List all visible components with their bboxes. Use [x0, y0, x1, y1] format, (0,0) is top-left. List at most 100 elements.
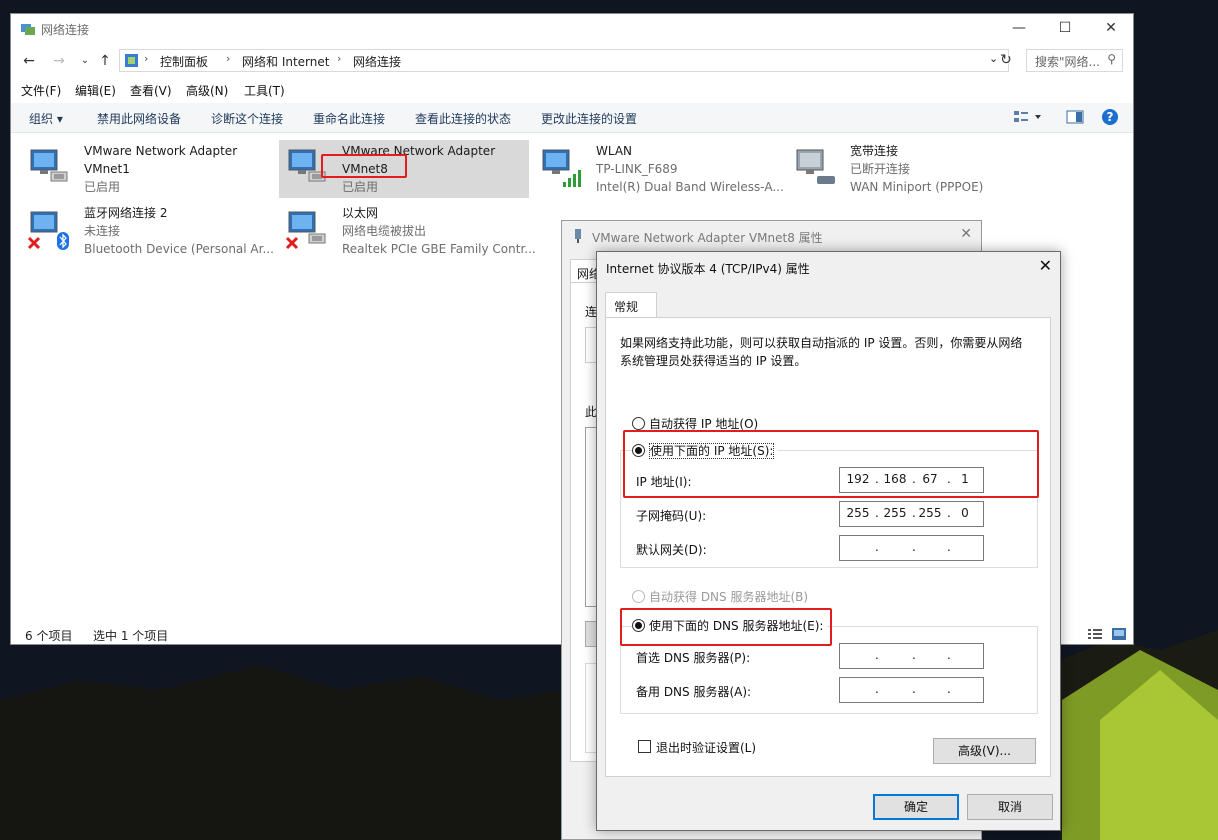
connection-name: 蓝牙网络连接 2 [84, 206, 168, 220]
connection-name: VMware Network Adapter [84, 144, 238, 158]
menu-tools[interactable]: 工具(T) [244, 82, 285, 99]
help-icon[interactable]: ? [1101, 108, 1119, 129]
validate-checkbox[interactable] [638, 740, 651, 753]
ipv4-close-icon[interactable]: ✕ [1039, 256, 1052, 275]
address-box[interactable]: › 控制面板 › 网络和 Internet › 网络连接 ⌄ [119, 49, 1009, 72]
diagnose-button[interactable]: 诊断这个连接 [211, 110, 283, 127]
organize-button[interactable]: 组织 ▾ [29, 110, 63, 127]
rename-button[interactable]: 重命名此连接 [313, 110, 385, 127]
radio-unselected-icon [632, 417, 645, 430]
preview-pane-icon[interactable] [1066, 110, 1084, 127]
bluetooth-icon [27, 210, 71, 250]
control-panel-icon [124, 53, 139, 71]
mask-octet: 255 [846, 506, 870, 520]
breadcrumb-separator-icon: › [226, 52, 231, 65]
address-bar-row: ← → ⌄ ↑ › 控制面板 › 网络和 Internet › 网络连接 ⌄ ↻… [11, 46, 1133, 76]
breadcrumb-separator-icon: › [337, 52, 342, 65]
connection-vmnet1[interactable]: VMware Network Adapter VMnet1 已启用 [21, 140, 271, 198]
disable-device-button[interactable]: 禁用此网络设备 [97, 110, 181, 127]
ip-highlight-box [623, 430, 1039, 498]
connection-name: 以太网 [342, 206, 379, 220]
vmnet8-highlight-box [321, 154, 407, 178]
title-bar: 网络连接 — ☐ ✕ [11, 14, 1133, 44]
forward-arrow-icon[interactable]: → [49, 51, 69, 71]
ip-dot: . [947, 648, 951, 662]
general-tab-panel: 如果网络支持此功能，则可以获取自动指派的 IP 设置。否则，你需要从网络系统管理… [605, 317, 1051, 777]
vmnet8-close-icon[interactable]: ✕ [960, 226, 972, 242]
breadcrumb-network-connections[interactable]: 网络连接 [353, 53, 401, 70]
view-status-button[interactable]: 查看此连接的状态 [415, 110, 511, 127]
menu-view[interactable]: 查看(V) [130, 82, 172, 99]
ip-dot: . [875, 540, 879, 554]
cancel-button[interactable]: 取消 [967, 794, 1053, 820]
ip-dot: . [875, 648, 879, 662]
mask-octet: 255 [883, 506, 907, 520]
connection-status: Realtek PCIe GBE Family Contr... [342, 242, 536, 256]
connection-name: WLAN [596, 144, 633, 158]
auto-dns-radio[interactable]: 自动获得 DNS 服务器地址(B) [632, 588, 808, 605]
svg-text:?: ? [1107, 110, 1114, 124]
connection-status: Bluetooth Device (Personal Ar... [84, 242, 274, 256]
connection-status: Intel(R) Dual Band Wireless-A... [596, 180, 784, 194]
preferred-dns-field[interactable]: . . . [839, 643, 984, 669]
gateway-field[interactable]: . . . [839, 535, 984, 561]
close-button[interactable]: ✕ [1088, 14, 1134, 44]
menu-file[interactable]: 文件(F) [21, 82, 61, 99]
refresh-icon[interactable]: ↻ [996, 50, 1016, 70]
change-settings-button[interactable]: 更改此连接的设置 [541, 110, 637, 127]
back-arrow-icon[interactable]: ← [19, 51, 39, 71]
ipv4-properties-dialog: Internet 协议版本 4 (TCP/IPv4) 属性 ✕ 常规 如果网络支… [596, 251, 1061, 831]
connection-status: 已启用 [342, 180, 379, 194]
subnet-mask-field[interactable]: 255 . 255 . 255 . 0 [839, 501, 984, 527]
network-adapter-icon [27, 148, 71, 188]
broadband-icon [793, 148, 837, 188]
search-placeholder: 搜索"网络... [1035, 55, 1100, 69]
connection-status: 已启用 [84, 180, 121, 194]
menu-edit[interactable]: 编辑(E) [75, 82, 116, 99]
search-input[interactable]: 搜索"网络... ⚲ [1026, 49, 1123, 72]
recent-locations-chevron-icon[interactable]: ⌄ [75, 51, 95, 71]
selected-count: 选中 1 个项目 [93, 629, 169, 643]
large-icons-view-icon[interactable] [1111, 627, 1127, 644]
view-options-icon[interactable] [1013, 109, 1043, 128]
ip-dot: . [947, 682, 951, 696]
ip-dot: . [912, 648, 916, 662]
menu-advanced[interactable]: 高级(N) [186, 82, 228, 99]
menu-bar: 文件(F) 编辑(E) 查看(V) 高级(N) 工具(T) [11, 80, 1133, 100]
gateway-label: 默认网关(D): [636, 543, 707, 557]
window-title: 网络连接 [41, 23, 90, 37]
radio-disabled-icon [632, 590, 645, 603]
network-adapter-small-icon [572, 228, 584, 247]
connection-name: 宽带连接 [850, 144, 899, 158]
advanced-button[interactable]: 高级(V)... [933, 738, 1036, 764]
details-view-icon[interactable] [1087, 627, 1103, 644]
search-icon: ⚲ [1107, 52, 1116, 66]
subnet-mask-label: 子网掩码(U): [636, 509, 707, 523]
maximize-button[interactable]: ☐ [1042, 14, 1088, 44]
network-folder-icon [20, 21, 36, 40]
up-arrow-icon[interactable]: ↑ [95, 51, 115, 71]
breadcrumb-network-internet[interactable]: 网络和 Internet [242, 53, 329, 70]
ethernet-icon [285, 210, 329, 250]
connection-ethernet[interactable]: 以太网 网络电缆被拔出 Realtek PCIe GBE Family Cont… [279, 202, 536, 260]
ipv4-dialog-title: Internet 协议版本 4 (TCP/IPv4) 属性 [606, 262, 810, 276]
connection-detail: TP-LINK_F689 [596, 162, 678, 176]
validate-label: 退出时验证设置(L) [656, 741, 757, 755]
tab-general[interactable]: 常规 [605, 292, 657, 318]
alternate-dns-field[interactable]: . . . [839, 677, 984, 703]
ip-dot: . [912, 540, 916, 554]
connection-detail: 未连接 [84, 224, 121, 238]
connection-bluetooth[interactable]: 蓝牙网络连接 2 未连接 Bluetooth Device (Personal … [21, 202, 274, 260]
breadcrumb-separator-icon: › [144, 52, 149, 65]
ip-dot: . [875, 682, 879, 696]
connection-broadband[interactable]: 宽带连接 已断开连接 WAN Miniport (PPPOE) [787, 140, 1037, 198]
minimize-button[interactable]: — [996, 14, 1042, 44]
ok-button[interactable]: 确定 [873, 794, 959, 820]
vmnet8-dialog-title: VMware Network Adapter VMnet8 属性 [592, 231, 823, 245]
connection-detail: VMnet1 [84, 162, 130, 176]
ip-dot: . [947, 540, 951, 554]
connection-status: WAN Miniport (PPPOE) [850, 180, 984, 194]
auto-ip-label: 自动获得 IP 地址(O) [649, 417, 759, 431]
breadcrumb-control-panel[interactable]: 控制面板 [160, 53, 208, 70]
connection-wlan[interactable]: WLAN TP-LINK_F689 Intel(R) Dual Band Wir… [533, 140, 784, 198]
